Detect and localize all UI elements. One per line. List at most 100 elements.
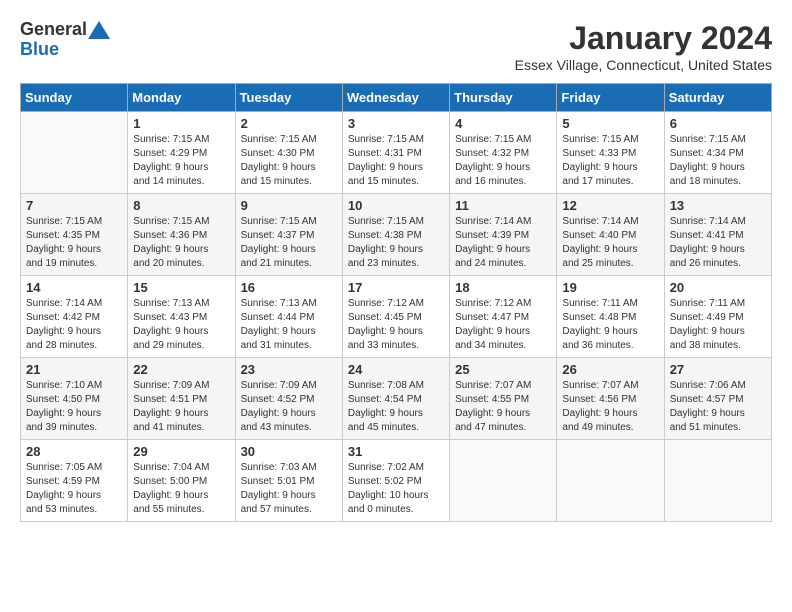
calendar-week-row: 1 Sunrise: 7:15 AMSunset: 4:29 PMDaylight… (21, 112, 772, 194)
calendar-cell: 1 Sunrise: 7:15 AMSunset: 4:29 PMDaylight… (128, 112, 235, 194)
weekday-header-saturday: Saturday (664, 84, 771, 112)
day-number: 28 (26, 444, 122, 459)
day-number: 7 (26, 198, 122, 213)
day-info: Sunrise: 7:15 AMSunset: 4:36 PMDaylight:… (133, 215, 229, 271)
logo: General Blue (20, 20, 111, 60)
day-number: 5 (562, 116, 658, 131)
day-info: Sunrise: 7:15 AMSunset: 4:38 PMDaylight:… (348, 215, 444, 271)
day-info: Sunrise: 7:07 AMSunset: 4:55 PMDaylight:… (455, 379, 551, 435)
day-number: 29 (133, 444, 229, 459)
calendar-cell (557, 440, 664, 522)
day-info: Sunrise: 7:15 AMSunset: 4:29 PMDaylight:… (133, 133, 229, 189)
day-number: 25 (455, 362, 551, 377)
calendar-cell: 13 Sunrise: 7:14 AMSunset: 4:41 PMDayligh… (664, 194, 771, 276)
calendar-cell: 31Sunrise: 7:02 AMSunset: 5:02 PMDayligh… (342, 440, 449, 522)
calendar-cell: 11 Sunrise: 7:14 AMSunset: 4:39 PMDayligh… (450, 194, 557, 276)
day-info: Sunrise: 7:13 AMSunset: 4:44 PMDaylight:… (241, 297, 337, 353)
calendar-cell: 8 Sunrise: 7:15 AMSunset: 4:36 PMDaylight… (128, 194, 235, 276)
day-number: 27 (670, 362, 766, 377)
calendar-cell: 30 Sunrise: 7:03 AMSunset: 5:01 PMDayligh… (235, 440, 342, 522)
day-number: 12 (562, 198, 658, 213)
day-info: Sunrise: 7:14 AMSunset: 4:39 PMDaylight:… (455, 215, 551, 271)
calendar-table: SundayMondayTuesdayWednesdayThursdayFrid… (20, 83, 772, 522)
day-number: 26 (562, 362, 658, 377)
day-number: 19 (562, 280, 658, 295)
weekday-header-monday: Monday (128, 84, 235, 112)
calendar-cell: 4Sunrise: 7:15 AMSunset: 4:32 PMDaylight… (450, 112, 557, 194)
calendar-cell: 15 Sunrise: 7:13 AMSunset: 4:43 PMDayligh… (128, 276, 235, 358)
calendar-cell: 17 Sunrise: 7:12 AMSunset: 4:45 PMDayligh… (342, 276, 449, 358)
logo-icon (88, 21, 110, 39)
day-number: 13 (670, 198, 766, 213)
calendar-cell: 22Sunrise: 7:09 AMSunset: 4:51 PMDayligh… (128, 358, 235, 440)
day-number: 2 (241, 116, 337, 131)
day-number: 21 (26, 362, 122, 377)
calendar-cell: 20Sunrise: 7:11 AMSunset: 4:49 PMDayligh… (664, 276, 771, 358)
weekday-header-wednesday: Wednesday (342, 84, 449, 112)
calendar-cell: 25 Sunrise: 7:07 AMSunset: 4:55 PMDayligh… (450, 358, 557, 440)
day-number: 1 (133, 116, 229, 131)
day-number: 3 (348, 116, 444, 131)
day-number: 24 (348, 362, 444, 377)
page-header: General Blue January 2024 Essex Village,… (20, 20, 772, 73)
day-number: 6 (670, 116, 766, 131)
calendar-week-row: 21Sunrise: 7:10 AMSunset: 4:50 PMDayligh… (21, 358, 772, 440)
calendar-cell: 28 Sunrise: 7:05 AMSunset: 4:59 PMDayligh… (21, 440, 128, 522)
day-number: 18 (455, 280, 551, 295)
day-info: Sunrise: 7:14 AMSunset: 4:41 PMDaylight:… (670, 215, 766, 271)
day-info: Sunrise: 7:15 AMSunset: 4:37 PMDaylight:… (241, 215, 337, 271)
calendar-cell (664, 440, 771, 522)
logo-text: General Blue (20, 20, 111, 60)
logo-blue-text: Blue (20, 39, 59, 59)
day-number: 30 (241, 444, 337, 459)
day-info: Sunrise: 7:05 AMSunset: 4:59 PMDaylight:… (26, 461, 122, 517)
day-info: Sunrise: 7:09 AMSunset: 4:51 PMDaylight:… (133, 379, 229, 435)
day-number: 8 (133, 198, 229, 213)
day-info: Sunrise: 7:09 AMSunset: 4:52 PMDaylight:… (241, 379, 337, 435)
calendar-cell: 18Sunrise: 7:12 AMSunset: 4:47 PMDayligh… (450, 276, 557, 358)
calendar-cell (21, 112, 128, 194)
day-info: Sunrise: 7:12 AMSunset: 4:45 PMDaylight:… (348, 297, 444, 353)
month-title: January 2024 (515, 20, 772, 57)
calendar-cell: 23 Sunrise: 7:09 AMSunset: 4:52 PMDayligh… (235, 358, 342, 440)
calendar-cell: 5Sunrise: 7:15 AMSunset: 4:33 PMDaylight… (557, 112, 664, 194)
weekday-header-thursday: Thursday (450, 84, 557, 112)
day-number: 10 (348, 198, 444, 213)
calendar-cell: 26 Sunrise: 7:07 AMSunset: 4:56 PMDayligh… (557, 358, 664, 440)
calendar-cell: 16 Sunrise: 7:13 AMSunset: 4:44 PMDayligh… (235, 276, 342, 358)
day-info: Sunrise: 7:13 AMSunset: 4:43 PMDaylight:… (133, 297, 229, 353)
day-number: 16 (241, 280, 337, 295)
weekday-header-row: SundayMondayTuesdayWednesdayThursdayFrid… (21, 84, 772, 112)
calendar-cell: 2 Sunrise: 7:15 AMSunset: 4:30 PMDaylight… (235, 112, 342, 194)
day-info: Sunrise: 7:07 AMSunset: 4:56 PMDaylight:… (562, 379, 658, 435)
day-number: 20 (670, 280, 766, 295)
day-number: 15 (133, 280, 229, 295)
day-info: Sunrise: 7:03 AMSunset: 5:01 PMDaylight:… (241, 461, 337, 517)
day-info: Sunrise: 7:14 AMSunset: 4:40 PMDaylight:… (562, 215, 658, 271)
calendar-week-row: 28 Sunrise: 7:05 AMSunset: 4:59 PMDayligh… (21, 440, 772, 522)
day-info: Sunrise: 7:15 AMSunset: 4:31 PMDaylight:… (348, 133, 444, 189)
day-number: 11 (455, 198, 551, 213)
calendar-week-row: 7 Sunrise: 7:15 AMSunset: 4:35 PMDaylight… (21, 194, 772, 276)
day-info: Sunrise: 7:15 AMSunset: 4:34 PMDaylight:… (670, 133, 766, 189)
calendar-cell: 7 Sunrise: 7:15 AMSunset: 4:35 PMDaylight… (21, 194, 128, 276)
day-info: Sunrise: 7:15 AMSunset: 4:30 PMDaylight:… (241, 133, 337, 189)
location-subtitle: Essex Village, Connecticut, United State… (515, 57, 772, 73)
day-info: Sunrise: 7:15 AMSunset: 4:35 PMDaylight:… (26, 215, 122, 271)
calendar-cell: 24Sunrise: 7:08 AMSunset: 4:54 PMDayligh… (342, 358, 449, 440)
day-number: 23 (241, 362, 337, 377)
calendar-cell (450, 440, 557, 522)
day-number: 9 (241, 198, 337, 213)
day-info: Sunrise: 7:02 AMSunset: 5:02 PMDaylight:… (348, 461, 444, 517)
day-info: Sunrise: 7:15 AMSunset: 4:32 PMDaylight:… (455, 133, 551, 189)
day-number: 17 (348, 280, 444, 295)
calendar-cell: 19Sunrise: 7:11 AMSunset: 4:48 PMDayligh… (557, 276, 664, 358)
day-info: Sunrise: 7:14 AMSunset: 4:42 PMDaylight:… (26, 297, 122, 353)
calendar-cell: 6 Sunrise: 7:15 AMSunset: 4:34 PMDaylight… (664, 112, 771, 194)
calendar-cell: 14 Sunrise: 7:14 AMSunset: 4:42 PMDayligh… (21, 276, 128, 358)
weekday-header-tuesday: Tuesday (235, 84, 342, 112)
day-number: 14 (26, 280, 122, 295)
calendar-cell: 27Sunrise: 7:06 AMSunset: 4:57 PMDayligh… (664, 358, 771, 440)
weekday-header-sunday: Sunday (21, 84, 128, 112)
day-info: Sunrise: 7:04 AMSunset: 5:00 PMDaylight:… (133, 461, 229, 517)
